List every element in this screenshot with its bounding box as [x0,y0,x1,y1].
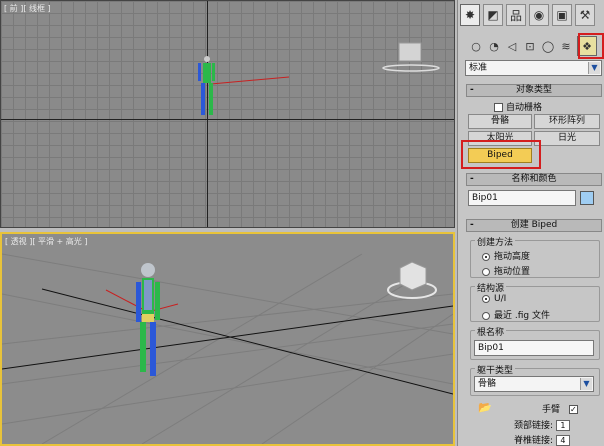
name-color-rollout-header[interactable]: - 名称和颜色 [466,173,602,186]
create-biped-rollout-header[interactable]: - 创建 Biped [466,219,602,232]
radio-selected [482,252,490,261]
recent-fig-radio[interactable]: 最近 .fig 文件 [482,308,550,321]
structure-source-title: 结构源 [475,281,507,294]
motion-icon[interactable]: ◉ [529,4,549,26]
display-icon[interactable]: ▣ [552,4,572,26]
systems-highlight-box [578,33,604,59]
radio-unselected [482,311,490,320]
front-viewport[interactable]: [ 前 ][ 线框 ] [0,0,455,228]
autogrid-label: 自动栅格 [506,103,543,113]
neck-links-field[interactable]: 颈部链接: 1 [514,418,570,431]
object-name-input[interactable]: Bip01 [468,190,576,206]
root-name-title: 根名称 [475,325,507,338]
create-star-icon[interactable]: ✸ [460,4,480,26]
category-dropdown-value: 标准 [469,63,488,73]
arms-label: 手臂 [542,405,561,415]
object-type-rollout-header[interactable]: - 对象类型 [466,84,602,97]
create-biped-title: 创建 Biped [510,220,558,230]
body-type-title: 躯干类型 [475,363,516,376]
ui-radio[interactable]: U/I [482,294,506,304]
body-type-value: 骨骼 [478,379,497,389]
radio-selected [482,294,490,303]
recent-fig-label: 最近 .fig 文件 [494,311,550,321]
ui-label: U/I [494,294,507,304]
spine-links-label: 脊椎链接: [514,436,554,446]
body-type-dropdown[interactable]: 骨骼 ▼ [474,376,594,392]
collapse-icon: - [470,220,474,230]
viewcube-icon [398,42,422,62]
category-dropdown[interactable]: 标准 ▼ [465,60,602,76]
viewcube-ring-icon [382,64,440,72]
object-color-swatch[interactable] [580,191,594,205]
modify-icon[interactable]: ◩ [483,4,503,26]
perspective-grid [2,253,453,444]
lights-icon[interactable]: ◁ [505,39,519,53]
spine-links-field[interactable]: 脊椎链接: 4 [514,433,570,446]
open-folder-icon[interactable]: 📂 [478,401,492,414]
persp-viewcube-icon [387,261,437,299]
arms-checkbox[interactable]: 手臂 ✓ [542,402,581,415]
drag-position-radio[interactable]: 拖动位置 [482,264,530,277]
chevron-down-icon: ▼ [588,62,600,74]
name-color-title: 名称和颜色 [511,174,557,184]
panel-tabs: ✸ ◩ 品 ◉ ▣ ⚒ [458,4,604,30]
daylight-button[interactable]: 日光 [534,131,600,146]
utilities-hammer-icon[interactable]: ⚒ [575,4,595,26]
spacewarps-icon[interactable]: ≋ [559,39,573,53]
collapse-icon: - [470,85,474,95]
root-name-input[interactable]: Bip01 [474,340,594,356]
drag-height-label: 拖动高度 [494,252,531,262]
autogrid-checkbox[interactable]: 自动栅格 [494,100,542,113]
neck-links-spinner[interactable]: 1 [555,420,570,431]
hierarchy-icon[interactable]: 品 [506,4,526,26]
chevron-down-icon: ▼ [580,378,592,390]
creation-method-title: 创建方法 [475,235,516,248]
spine-links-spinner[interactable]: 4 [555,435,570,446]
ring-array-button[interactable]: 环形阵列 [534,114,600,129]
arms-check-icon: ✓ [568,405,578,414]
perspective-viewport[interactable]: [ 透视 ][ 平滑 + 高光 ] [0,232,455,446]
biped-highlight-box [461,140,541,169]
radio-unselected [482,267,490,276]
neck-links-label: 颈部链接: [514,421,554,431]
bones-button[interactable]: 骨骼 [468,114,532,129]
checkbox-box [494,103,503,112]
drag-position-label: 拖动位置 [494,267,531,277]
collapse-icon: - [470,174,474,184]
geometry-icon[interactable]: ○ [469,39,483,53]
cameras-icon[interactable]: ⊡ [523,39,537,53]
object-type-title: 对象类型 [515,85,552,95]
shapes-icon[interactable]: ◔ [487,39,501,53]
drag-height-radio[interactable]: 拖动高度 [482,249,530,262]
front-view-biped[interactable] [1,1,454,227]
helpers-icon[interactable]: ◯ [541,39,555,53]
persp-biped [105,263,179,376]
command-panel: ✸ ◩ 品 ◉ ▣ ⚒ ○ ◔ ◁ ⊡ ◯ ≋ ❖ 标准 ▼ - 对象类型 自动… [457,0,604,446]
